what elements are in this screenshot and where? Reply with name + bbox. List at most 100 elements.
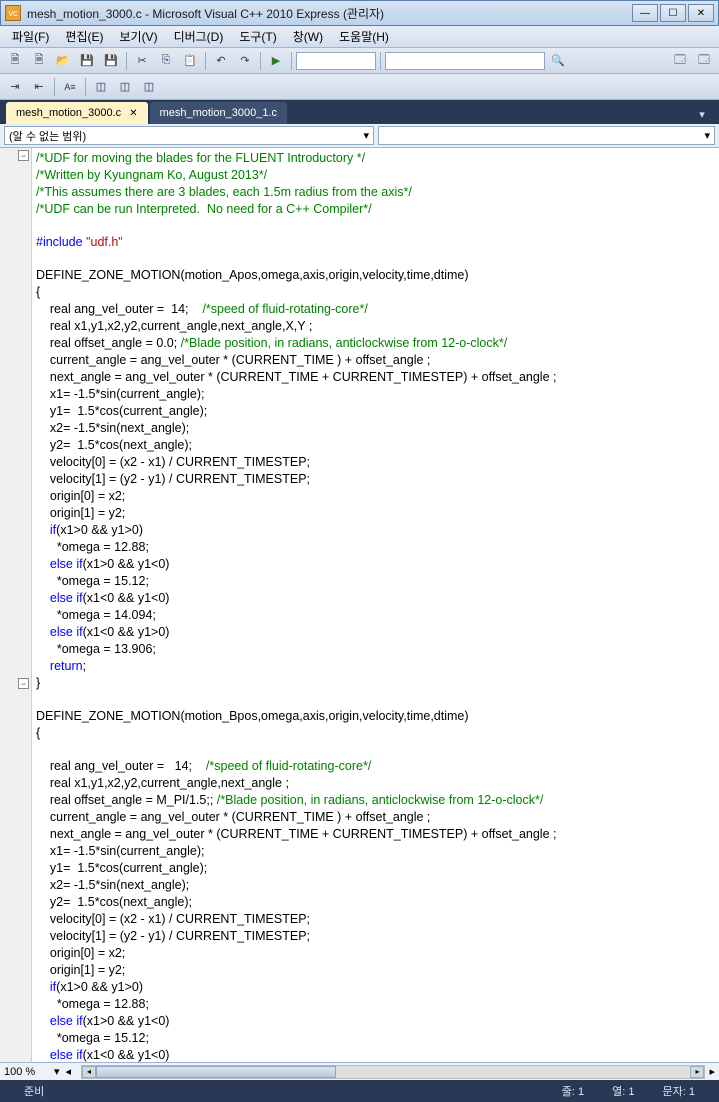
document-tab-bar: mesh_motion_3000.c ✕ mesh_motion_3000_1.… <box>0 100 719 124</box>
menu-edit[interactable]: 편집(E) <box>57 26 111 47</box>
split-arrow-icon[interactable]: ◂ <box>66 1065 72 1078</box>
menu-window[interactable]: 창(W) <box>285 26 331 47</box>
code-line: real x1,y1,x2,y2,current_angle,next_angl… <box>36 776 289 790</box>
code-comment: /*Written by Kyungnam Ko, August 2013*/ <box>36 168 267 182</box>
tab-mesh-motion-3000-1[interactable]: mesh_motion_3000_1.c <box>150 102 287 124</box>
code-line: *omega = 14.094; <box>36 608 156 622</box>
code-line: current_angle = ang_vel_outer * (CURRENT… <box>36 810 430 824</box>
menu-file[interactable]: 파일(F) <box>4 26 57 47</box>
separator <box>260 52 261 70</box>
scope-value: (알 수 없는 범위) <box>9 128 86 144</box>
code-line: velocity[1] = (y2 - y1) / CURRENT_TIMEST… <box>36 929 310 943</box>
properties-icon[interactable]: 🗔 <box>693 51 715 71</box>
title-bar: vc mesh_motion_3000.c - Microsoft Visual… <box>0 0 719 26</box>
open-icon[interactable]: 📂 <box>52 51 74 71</box>
code-line: DEFINE_ZONE_MOTION(motion_Apos,omega,axi… <box>36 268 469 282</box>
find-icon[interactable]: 🔍 <box>547 51 569 71</box>
scope-dropdown[interactable]: (알 수 없는 범위) ▾ <box>4 126 374 145</box>
code-line: origin[0] = x2; <box>36 946 125 960</box>
outdent-icon[interactable]: ⇤ <box>28 77 50 97</box>
separator <box>54 78 55 96</box>
save-icon[interactable]: 💾 <box>76 51 98 71</box>
new-project-icon[interactable]: 🗎 <box>4 51 26 71</box>
scroll-thumb[interactable] <box>96 1066 336 1078</box>
config-dropdown[interactable] <box>296 52 376 70</box>
code-line: origin[1] = y2; <box>36 963 125 977</box>
separator <box>291 52 292 70</box>
member-dropdown[interactable]: ▾ <box>378 126 715 145</box>
split-arrow-icon[interactable]: ▸ <box>709 1065 715 1078</box>
code-line: { <box>36 285 40 299</box>
code-comment: /*This assumes there are 3 blades, each … <box>36 185 412 199</box>
indent-icon[interactable]: ⇥ <box>4 77 26 97</box>
maximize-button[interactable]: ☐ <box>660 4 686 22</box>
zoom-level[interactable]: 100 % <box>4 1066 54 1078</box>
code-line: y2= 1.5*cos(next_angle); <box>36 895 192 909</box>
code-line: { <box>36 726 40 740</box>
menu-debug[interactable]: 디버그(D) <box>166 26 232 47</box>
close-button[interactable]: ✕ <box>688 4 714 22</box>
copy-icon[interactable]: ⎘ <box>155 51 177 71</box>
code-line: current_angle = ang_vel_outer * (CURRENT… <box>36 353 430 367</box>
separator <box>85 78 86 96</box>
code-comment: /*Blade position, in radians, anticlockw… <box>217 793 544 807</box>
window-title: mesh_motion_3000.c - Microsoft Visual C+… <box>27 5 630 22</box>
chevron-down-icon[interactable]: ▾ <box>54 1065 60 1078</box>
comment-icon[interactable]: A≡ <box>59 77 81 97</box>
code-nav-bar: (알 수 없는 범위) ▾ ▾ <box>0 124 719 148</box>
tab-mesh-motion-3000[interactable]: mesh_motion_3000.c ✕ <box>6 102 148 124</box>
horizontal-scrollbar[interactable]: ◂ ▸ <box>81 1065 705 1079</box>
code-line: x1= -1.5*sin(current_angle); <box>36 844 205 858</box>
menu-tools[interactable]: 도구(T) <box>231 26 284 47</box>
code-comment: /*UDF for moving the blades for the FLUE… <box>36 151 365 165</box>
save-all-icon[interactable]: 💾 <box>100 51 122 71</box>
code-line: real offset_angle = M_PI/1.5;; <box>36 793 217 807</box>
code-comment: /*speed of fluid-rotating-core*/ <box>202 302 367 316</box>
solution-explorer-icon[interactable]: 🗔 <box>669 51 691 71</box>
cut-icon[interactable]: ✂ <box>131 51 153 71</box>
code-line: velocity[1] = (y2 - y1) / CURRENT_TIMEST… <box>36 472 310 486</box>
code-line: origin[1] = y2; <box>36 506 125 520</box>
toolbar-main: 🗎 🗎 📂 💾 💾 ✂ ⎘ 📋 ↶ ↷ ▶ 🔍 🗔 🗔 <box>0 48 719 74</box>
code-line: *omega = 15.12; <box>36 574 149 588</box>
bookmark-prev-icon[interactable]: ◫ <box>138 77 160 97</box>
chevron-down-icon: ▾ <box>363 129 369 142</box>
undo-icon[interactable]: ↶ <box>210 51 232 71</box>
menu-bar: 파일(F) 편집(E) 보기(V) 디버그(D) 도구(T) 창(W) 도움말(… <box>0 26 719 48</box>
code-line: next_angle = ang_vel_outer * (CURRENT_TI… <box>36 370 556 384</box>
minimize-button[interactable]: — <box>632 4 658 22</box>
app-icon: vc <box>5 5 21 21</box>
scroll-right-arrow[interactable]: ▸ <box>690 1066 704 1078</box>
code-comment: /*Blade position, in radians, anticlockw… <box>181 336 508 350</box>
editor: − − /*UDF for moving the blades for the … <box>0 148 719 1062</box>
status-char: 문자: 1 <box>649 1083 709 1099</box>
code-line: real offset_angle = 0.0; <box>36 336 181 350</box>
bookmark-next-icon[interactable]: ◫ <box>114 77 136 97</box>
paste-icon[interactable]: 📋 <box>179 51 201 71</box>
code-line: y1= 1.5*cos(current_angle); <box>36 861 207 875</box>
code-line: *omega = 15.12; <box>36 1031 149 1045</box>
tab-dropdown-icon[interactable]: ▾ <box>691 104 713 124</box>
find-dropdown[interactable] <box>385 52 545 70</box>
close-tab-icon[interactable]: ✕ <box>129 108 137 119</box>
code-line: y1= 1.5*cos(current_angle); <box>36 404 207 418</box>
menu-help[interactable]: 도움말(H) <box>331 26 397 47</box>
toolbar-secondary: ⇥ ⇤ A≡ ◫ ◫ ◫ <box>0 74 719 100</box>
menu-view[interactable]: 보기(V) <box>111 26 165 47</box>
run-icon[interactable]: ▶ <box>265 51 287 71</box>
redo-icon[interactable]: ↷ <box>234 51 256 71</box>
code-str: "udf.h" <box>83 235 123 249</box>
fold-toggle[interactable]: − <box>18 678 29 689</box>
status-line: 줄: 1 <box>548 1083 598 1099</box>
editor-margin: − − <box>0 148 32 1062</box>
bookmark-icon[interactable]: ◫ <box>90 77 112 97</box>
add-item-icon[interactable]: 🗎 <box>28 51 50 71</box>
fold-toggle[interactable]: − <box>18 150 29 161</box>
status-col: 열: 1 <box>598 1083 648 1099</box>
code-line: DEFINE_ZONE_MOTION(motion_Bpos,omega,axi… <box>36 709 469 723</box>
scroll-left-arrow[interactable]: ◂ <box>82 1066 96 1078</box>
status-ready: 준비 <box>10 1083 58 1099</box>
code-line: real x1,y1,x2,y2,current_angle,next_angl… <box>36 319 312 333</box>
code-area[interactable]: /*UDF for moving the blades for the FLUE… <box>32 148 719 1062</box>
code-pp: #include <box>36 235 83 249</box>
